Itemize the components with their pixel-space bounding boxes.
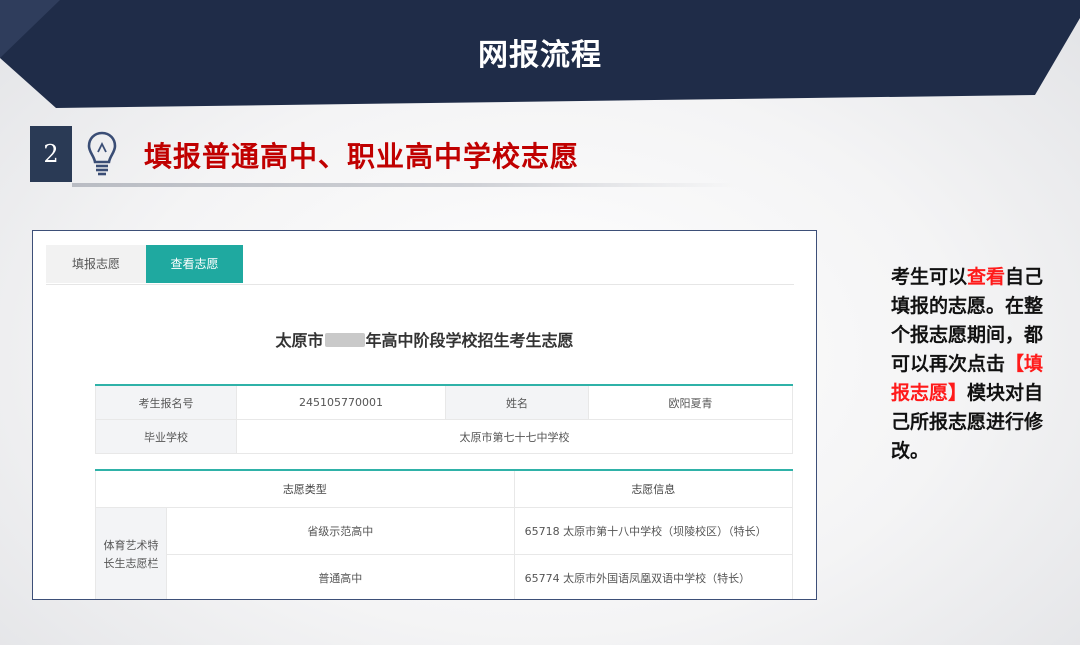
lightbulb-icon [87, 131, 117, 176]
reg-no-value: 245105770001 [236, 384, 446, 420]
col-info-header: 志愿信息 [513, 469, 794, 508]
name-value: 欧阳夏青 [588, 384, 793, 420]
tab-bar: 填报志愿 查看志愿 [46, 245, 794, 285]
instruction-highlight-view: 查看 [967, 266, 1006, 288]
form-title-prefix: 太原市 [275, 331, 324, 350]
group-label: 体育艺术特长生志愿栏 [95, 507, 167, 599]
instruction-text: 考生可以查看自己填报的志愿。在整个报志愿期间，都可以再次点击【填报志愿】模块对自… [891, 263, 1061, 466]
reg-no-label: 考生报名号 [95, 384, 237, 420]
screenshot-panel: 填报志愿 查看志愿 太原市 年高中阶段学校招生考生志愿 考生报名号 2451057… [32, 230, 817, 600]
table-row: 考生报名号 245105770001 姓名 欧阳夏青 [95, 384, 793, 420]
instruction-part1: 考生可以 [891, 266, 968, 288]
tab-view-wish[interactable]: 查看志愿 [146, 245, 243, 283]
page-title: 网报流程 [478, 38, 602, 73]
table-header-row: 志愿类型 志愿信息 [95, 469, 794, 508]
wish-type: 普通高中 [166, 554, 515, 599]
name-label: 姓名 [445, 384, 589, 420]
student-info-table: 考生报名号 245105770001 姓名 欧阳夏青 毕业学校 太原市第七十七中… [95, 384, 793, 454]
wish-type: 省级示范高中 [166, 507, 515, 555]
school-value: 太原市第七十七中学校 [236, 419, 793, 454]
header-banner: 网报流程 [0, 0, 1080, 108]
form-title: 太原市 年高中阶段学校招生考生志愿 [33, 327, 816, 351]
redacted-year [324, 333, 365, 347]
tab-fill-wish[interactable]: 填报志愿 [46, 245, 146, 283]
step-title: 填报普通高中、职业高中学校志愿 [144, 140, 580, 173]
school-label: 毕业学校 [95, 419, 237, 454]
table-row: 毕业学校 太原市第七十七中学校 [95, 419, 793, 454]
table-row: 普通高中 65774 太原市外国语凤凰双语中学校（特长） [96, 554, 794, 599]
wish-info: 65718 太原市第十八中学校（坝陵校区）（特长） [513, 507, 794, 555]
wish-info: 65774 太原市外国语凤凰双语中学校（特长） [513, 554, 794, 599]
wish-table: 志愿类型 志愿信息 体育艺术特长生志愿栏 省级示范高中 65718 太原市第十八… [95, 469, 794, 599]
form-title-suffix: 年高中阶段学校招生考生志愿 [365, 331, 574, 350]
divider [72, 183, 737, 187]
step-number: 2 [30, 126, 72, 182]
col-type-header: 志愿类型 [95, 469, 515, 508]
table-row: 体育艺术特长生志愿栏 省级示范高中 65718 太原市第十八中学校（坝陵校区）（… [95, 507, 794, 599]
